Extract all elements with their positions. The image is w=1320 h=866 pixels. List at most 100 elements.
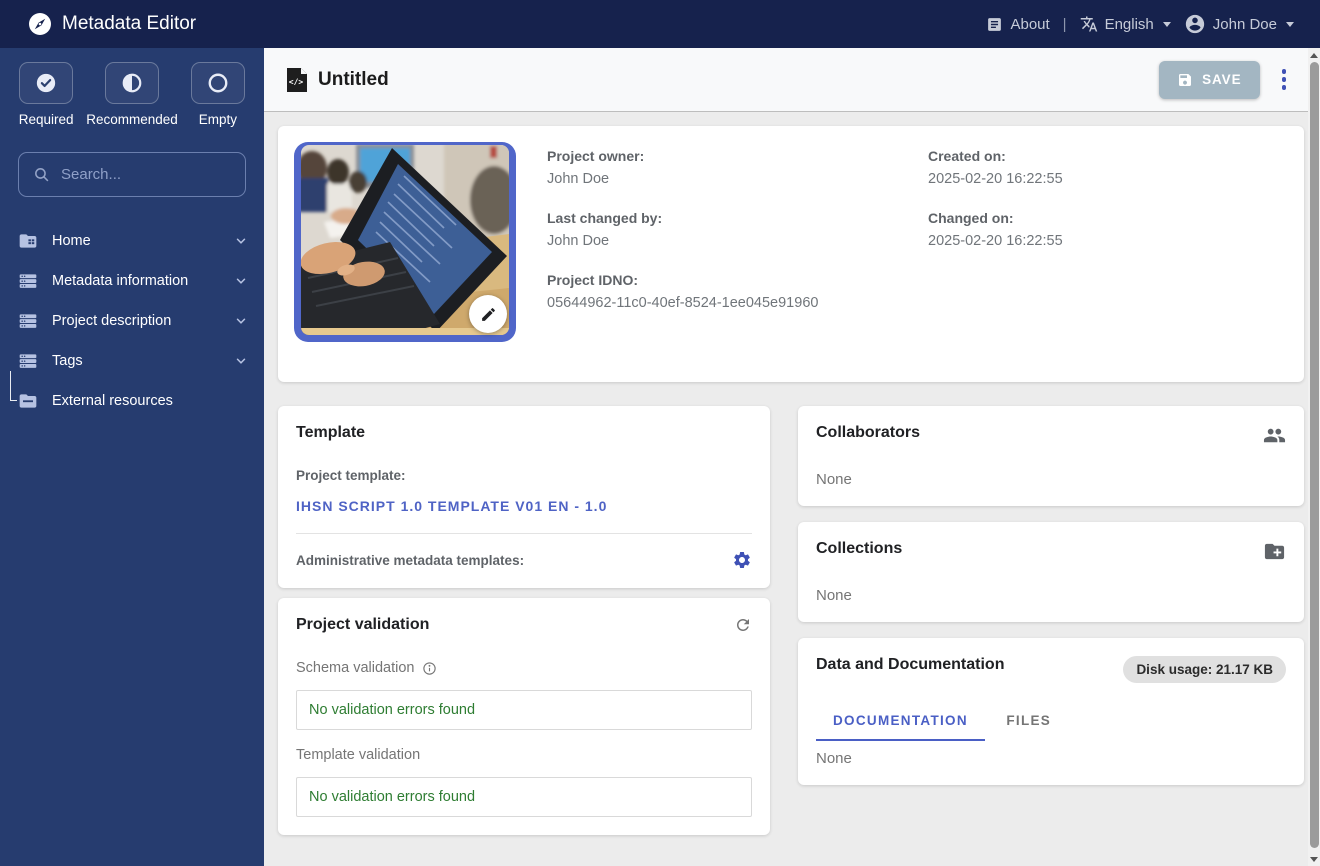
chevron-down-icon: [234, 234, 248, 248]
filter-required[interactable]: Required: [6, 62, 86, 127]
brand: Metadata Editor: [28, 12, 196, 36]
tree-connector: [10, 371, 17, 401]
top-navbar: Metadata Editor About | English John Doe: [0, 0, 1320, 48]
language-label: English: [1104, 15, 1154, 33]
article-icon: [986, 16, 1003, 33]
people-group-icon[interactable]: [1263, 424, 1286, 447]
filter-recommended[interactable]: Recommended: [86, 62, 178, 127]
vertical-scrollbar[interactable]: [1308, 48, 1320, 866]
collections-title: Collections: [816, 540, 903, 557]
sidebar-item-home[interactable]: Home: [0, 221, 264, 261]
schema-validation-label: Schema validation: [296, 660, 752, 676]
sidebar-item-label: Metadata information: [52, 273, 189, 289]
scrollbar-thumb[interactable]: [1309, 62, 1319, 848]
search-box[interactable]: [18, 152, 260, 197]
half-circle-icon[interactable]: [105, 62, 159, 104]
collaborators-value: None: [816, 471, 852, 488]
project-owner-value: John Doe: [547, 171, 610, 187]
refresh-icon[interactable]: [734, 616, 752, 634]
filter-required-label: Required: [18, 112, 74, 127]
gear-icon[interactable]: [732, 550, 752, 570]
created-on-label: Created on:: [928, 148, 1006, 164]
check-circle-icon[interactable]: [19, 62, 74, 104]
collaborators-card: Collaborators None: [798, 406, 1304, 506]
save-label: SAVE: [1202, 72, 1242, 87]
save-button[interactable]: SAVE: [1159, 60, 1260, 99]
data-tabs: DOCUMENTATION FILES: [816, 707, 1286, 741]
about-label: About: [1010, 15, 1050, 33]
collaborators-title: Collaborators: [816, 424, 921, 441]
collections-card: Collections None: [798, 522, 1304, 622]
translate-icon: [1080, 15, 1098, 33]
chevron-down-icon: [1286, 21, 1294, 27]
chevron-down-icon: [234, 274, 248, 288]
template-card: Template Project template: IHSN SCRIPT 1…: [278, 406, 770, 588]
changed-on-value: 2025-02-20 16:22:55: [928, 233, 1063, 249]
sidebar-item-project-description[interactable]: Project description: [0, 301, 264, 341]
sidebar-item-label: External resources: [52, 393, 173, 409]
language-menu[interactable]: English: [1080, 15, 1171, 33]
edit-thumbnail-button[interactable]: [469, 295, 507, 333]
project-validation-card: Project validation Schema validation No …: [278, 598, 770, 835]
project-idno-value: 05644962-11c0-40ef-8524-1ee045e91960: [547, 295, 819, 311]
tab-files[interactable]: FILES: [989, 707, 1068, 739]
home-folder-icon: [18, 231, 38, 251]
about-link[interactable]: About: [986, 15, 1050, 33]
project-template-link[interactable]: IHSN SCRIPT 1.0 TEMPLATE V01 EN - 1.0: [296, 498, 752, 514]
created-on-field: Created on: 2025-02-20 16:22:55: [928, 148, 1288, 187]
document-code-icon: </>: [286, 67, 308, 93]
data-documentation-title: Data and Documentation: [816, 656, 1005, 673]
template-validation-result: No validation errors found: [296, 777, 752, 817]
filter-empty[interactable]: Empty: [178, 62, 258, 127]
collections-value: None: [816, 587, 852, 604]
project-owner-label: Project owner:: [547, 148, 645, 164]
project-idno-field: Project IDNO: 05644962-11c0-40ef-8524-1e…: [547, 272, 928, 311]
project-idno-label: Project IDNO:: [547, 272, 639, 288]
account-circle-icon: [1184, 13, 1206, 35]
user-menu[interactable]: John Doe: [1184, 13, 1294, 35]
navbar-right: About | English John Doe: [986, 13, 1294, 35]
disk-usage-badge: Disk usage: 21.17 KB: [1123, 656, 1286, 683]
stack-icon: [18, 311, 38, 331]
divider: [296, 533, 752, 534]
metadata-editor-app: Metadata Editor About | English John Doe…: [0, 0, 1320, 866]
compass-logo-icon: [28, 12, 52, 36]
changed-on-label: Changed on:: [928, 210, 1014, 226]
scroll-up-arrow[interactable]: [1308, 49, 1320, 61]
info-icon[interactable]: [422, 661, 437, 676]
empty-circle-icon[interactable]: [190, 62, 245, 104]
svg-text:</>: </>: [289, 77, 304, 86]
last-changed-by-label: Last changed by:: [547, 210, 663, 226]
project-template-label: Project template:: [296, 468, 406, 483]
schema-validation-result: No validation errors found: [296, 690, 752, 730]
project-info-card: Project owner: John Doe Last changed by:…: [278, 126, 1304, 382]
stack-icon: [18, 351, 38, 371]
sidebar-item-external-resources[interactable]: External resources: [0, 371, 264, 421]
filter-buttons: Required Recommended Empty: [0, 48, 264, 127]
created-on-value: 2025-02-20 16:22:55: [928, 171, 1063, 187]
tab-documentation[interactable]: DOCUMENTATION: [816, 707, 985, 741]
project-thumbnail: [294, 142, 516, 342]
changed-on-field: Changed on: 2025-02-20 16:22:55: [928, 210, 1288, 249]
sidebar-item-label: Tags: [52, 353, 83, 369]
filter-recommended-label: Recommended: [86, 112, 178, 127]
project-owner-field: Project owner: John Doe: [547, 148, 928, 187]
main-area: </> Untitled SAVE Project owner: John Do…: [264, 48, 1320, 866]
folder-plus-icon[interactable]: [1263, 540, 1286, 563]
validation-card-title: Project validation: [296, 616, 430, 633]
admin-templates-label: Administrative metadata templates:: [296, 552, 525, 568]
last-changed-by-value: John Doe: [547, 233, 610, 249]
chevron-down-icon: [234, 354, 248, 368]
kebab-menu-icon[interactable]: [1276, 64, 1293, 95]
chevron-down-icon: [1162, 21, 1171, 27]
floppy-save-icon: [1177, 72, 1193, 88]
page-title: Untitled: [318, 68, 389, 90]
sidebar-item-tags[interactable]: Tags: [0, 341, 264, 381]
stack-icon: [18, 271, 38, 291]
chevron-down-icon: [234, 314, 248, 328]
search-input[interactable]: [61, 166, 260, 183]
last-changed-by-field: Last changed by: John Doe: [547, 210, 928, 249]
sidebar-item-metadata-information[interactable]: Metadata information: [0, 261, 264, 301]
scroll-down-arrow[interactable]: [1308, 853, 1320, 865]
user-label: John Doe: [1212, 15, 1277, 33]
